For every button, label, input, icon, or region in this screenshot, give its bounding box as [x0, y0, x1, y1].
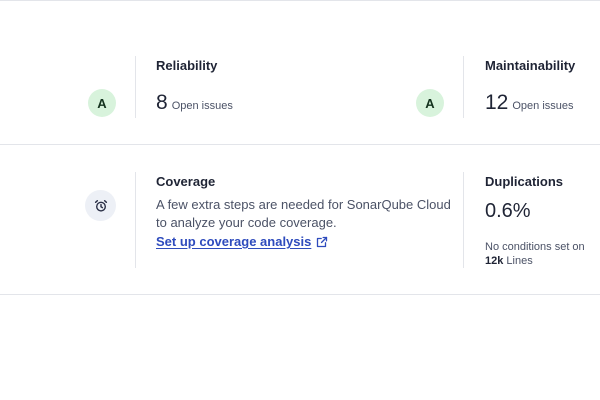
maintainability-issue-label: Open issues	[512, 100, 574, 112]
column-divider	[463, 172, 464, 268]
row-divider	[0, 144, 600, 145]
reliability-title: Reliability	[156, 58, 218, 73]
setup-coverage-link-label[interactable]: Set up coverage analysis	[156, 234, 311, 249]
duplications-note: No conditions set on 12k Lines	[485, 240, 585, 268]
column-divider	[135, 56, 136, 118]
duplications-note-prefix: No conditions set on	[485, 241, 585, 253]
duplications-lines-label: Lines	[506, 255, 533, 267]
maintainability-rating-badge: A	[416, 89, 444, 117]
alarm-clock-icon	[85, 190, 116, 221]
duplications-lines-count: 12k	[485, 255, 504, 267]
reliability-issue-count[interactable]: 8	[156, 91, 168, 115]
maintainability-issues[interactable]: 12 Open issues	[485, 91, 574, 115]
reliability-issue-label: Open issues	[171, 100, 233, 112]
column-divider	[463, 56, 464, 118]
reliability-issues[interactable]: 8 Open issues	[156, 91, 233, 115]
setup-coverage-link[interactable]: Set up coverage analysis	[156, 234, 328, 249]
maintainability-title: Maintainability	[485, 58, 576, 73]
column-divider	[135, 172, 136, 268]
coverage-title: Coverage	[156, 174, 216, 189]
reliability-rating-badge: A	[88, 89, 116, 117]
duplications-title: Duplications	[485, 174, 564, 189]
external-link-icon	[317, 236, 328, 247]
bottom-divider	[0, 294, 600, 295]
coverage-description: A few extra steps are needed for SonarQu…	[156, 197, 451, 230]
top-divider	[0, 0, 600, 1]
duplications-value[interactable]: 0.6%	[485, 200, 531, 223]
maintainability-issue-count[interactable]: 12	[485, 91, 508, 115]
